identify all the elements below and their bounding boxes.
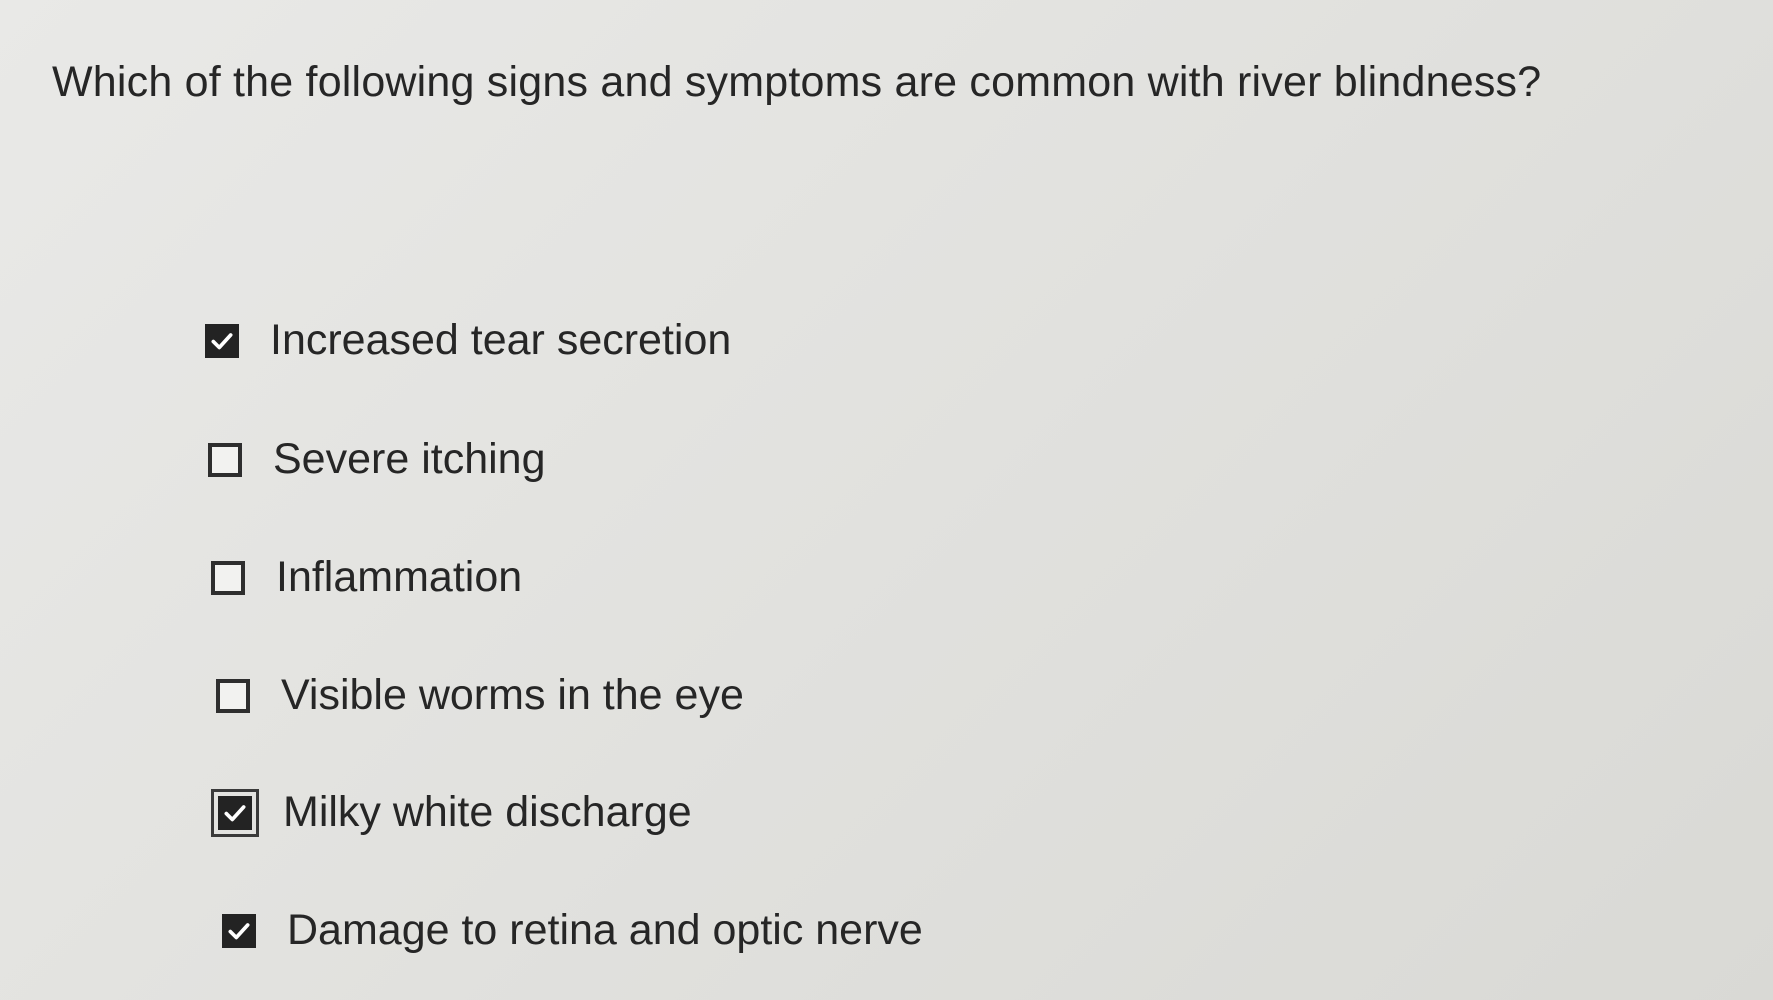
option-label: Damage to retina and optic nerve	[287, 906, 923, 954]
checkbox[interactable]	[216, 678, 250, 713]
option-label: Inflammation	[276, 553, 523, 601]
checkbox[interactable]	[205, 323, 239, 358]
option-severe-itching[interactable]: Severe itching	[208, 435, 546, 484]
option-label: Severe itching	[273, 435, 546, 483]
option-increased-tear-secretion[interactable]: Increased tear secretion	[205, 316, 731, 365]
option-label: Visible worms in the eye	[281, 671, 744, 719]
checkmark-icon	[228, 922, 250, 939]
option-inflammation[interactable]: Inflammation	[211, 553, 522, 602]
checkbox[interactable]	[211, 788, 259, 837]
option-damage-retina-optic-nerve[interactable]: Damage to retina and optic nerve	[222, 906, 923, 955]
checkmark-icon	[211, 332, 233, 349]
option-label: Milky white discharge	[283, 788, 692, 836]
option-milky-white-discharge[interactable]: Milky white discharge	[211, 788, 692, 837]
option-label: Increased tear secretion	[270, 316, 732, 364]
checkbox[interactable]	[222, 913, 256, 948]
checkmark-icon	[224, 804, 246, 821]
option-visible-worms[interactable]: Visible worms in the eye	[216, 671, 744, 720]
answer-options: Increased tear secretion Severe itching …	[0, 0, 1773, 1000]
checkbox[interactable]	[211, 560, 245, 595]
quiz-page: Which of the following signs and symptom…	[0, 0, 1773, 1000]
checkbox[interactable]	[208, 442, 242, 477]
